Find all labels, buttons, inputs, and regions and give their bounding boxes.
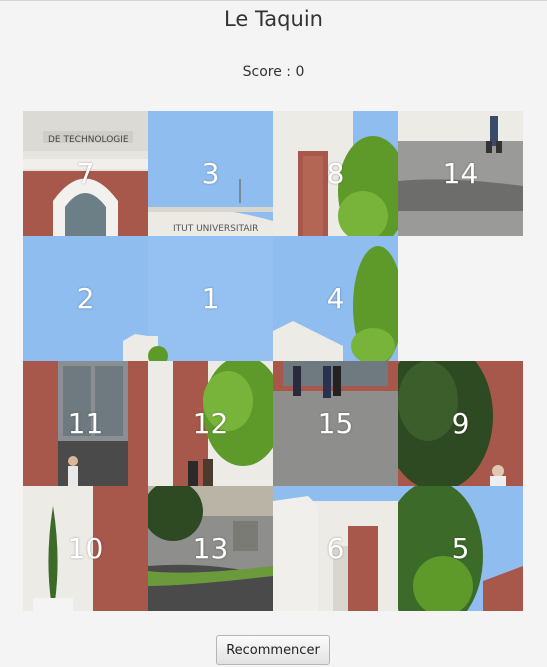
- tile-number: 1: [201, 282, 220, 315]
- game-title: Le Taquin: [224, 7, 323, 31]
- tile-2[interactable]: 2: [23, 236, 148, 361]
- tile-6[interactable]: 6: [273, 486, 398, 611]
- tile-3[interactable]: ITUT UNIVERSITAIR 3: [148, 111, 273, 236]
- tile-10[interactable]: 10: [23, 486, 148, 611]
- tile-number: 11: [67, 407, 104, 440]
- tile-number: 12: [192, 407, 229, 440]
- restart-button[interactable]: Recommencer: [216, 635, 330, 665]
- tile-number: 5: [451, 532, 470, 565]
- tile-number: 9: [451, 407, 470, 440]
- tile-number: 14: [442, 157, 479, 190]
- tile-15[interactable]: 15: [273, 361, 398, 486]
- tile-8[interactable]: 8: [273, 111, 398, 236]
- tile-number: 8: [326, 157, 345, 190]
- game-window: Le Taquin Score : 0 DE TECHNOLOGIE 7 ITU…: [0, 0, 547, 667]
- tile-12[interactable]: 12: [148, 361, 273, 486]
- score-display: Score : 0: [0, 64, 547, 80]
- tile-number: 7: [76, 157, 95, 190]
- tile-1[interactable]: 1: [148, 236, 273, 361]
- tile-number: 4: [326, 282, 345, 315]
- tile-number: 3: [201, 157, 220, 190]
- empty-slot: [398, 236, 523, 361]
- tile-number: 13: [192, 532, 229, 565]
- tile-4[interactable]: 4: [273, 236, 398, 361]
- tile-14[interactable]: 14: [398, 111, 523, 236]
- tile-9[interactable]: 9: [398, 361, 523, 486]
- score-label: Score :: [242, 64, 291, 80]
- tile-number: 2: [76, 282, 95, 315]
- tile-number: 10: [67, 532, 104, 565]
- puzzle-board: DE TECHNOLOGIE 7 ITUT UNIVERSITAIR 3 8 1…: [23, 111, 523, 611]
- tile-number: 15: [317, 407, 354, 440]
- score-value: 0: [295, 64, 305, 80]
- tile-5[interactable]: 5: [398, 486, 523, 611]
- tile-number: 6: [326, 532, 345, 565]
- tile-7[interactable]: DE TECHNOLOGIE 7: [23, 111, 148, 236]
- tile-13[interactable]: 13: [148, 486, 273, 611]
- tile-11[interactable]: 11: [23, 361, 148, 486]
